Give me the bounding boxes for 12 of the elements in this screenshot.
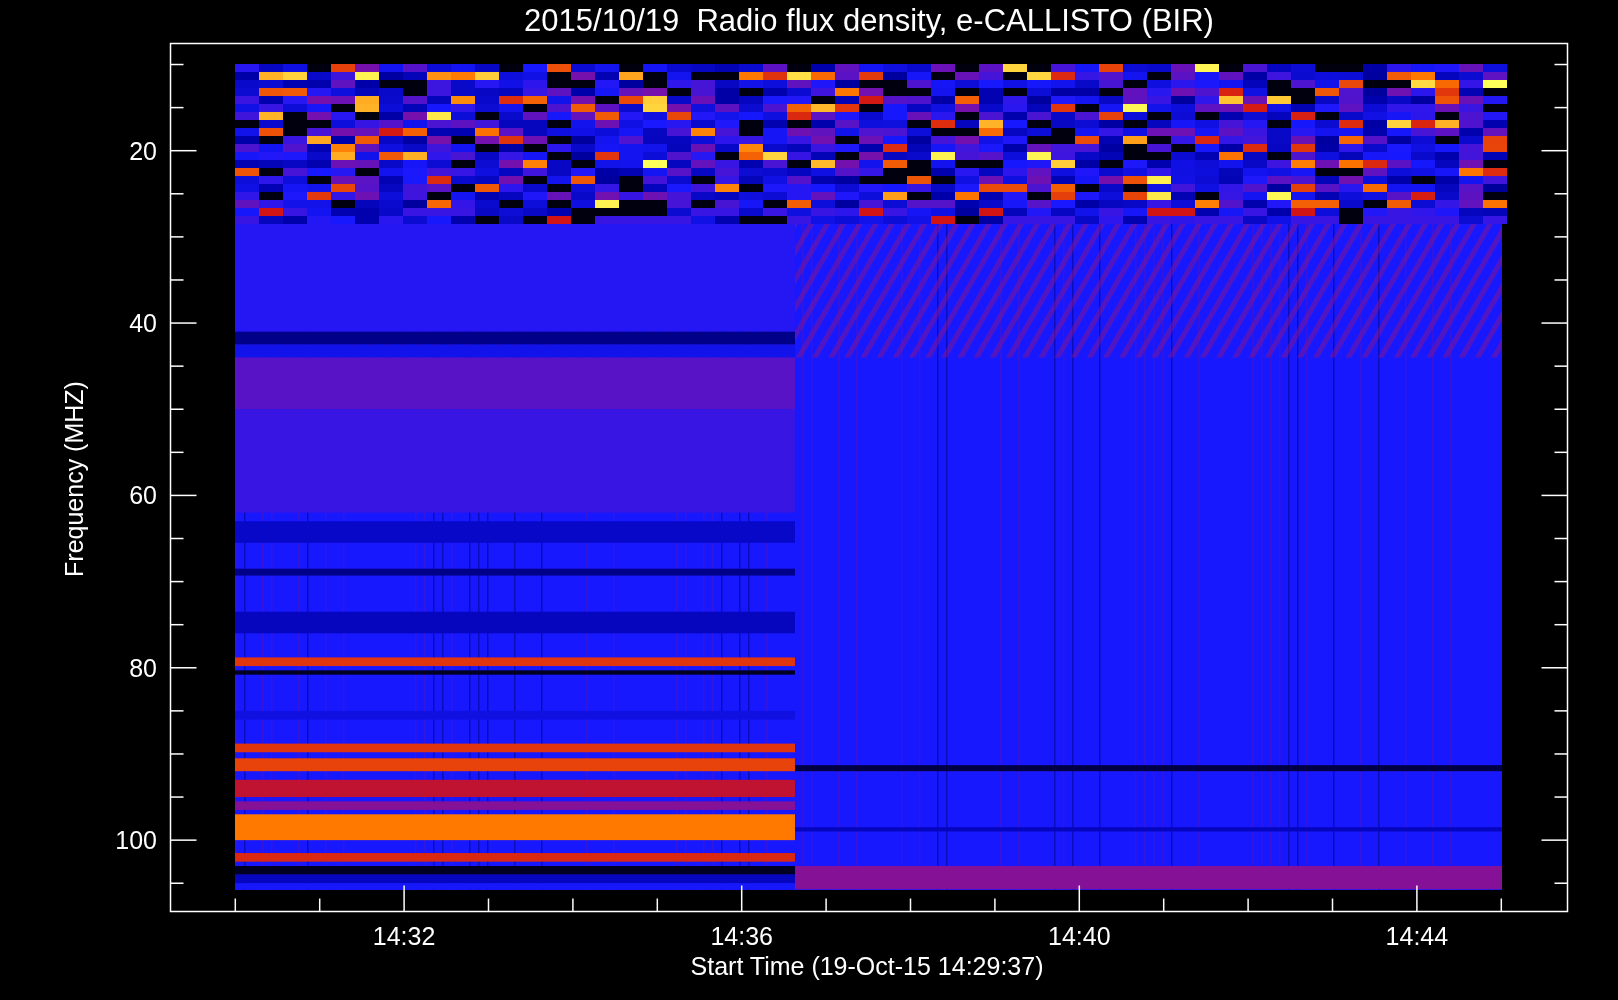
tick-label: 100	[115, 826, 157, 855]
tick-label: 60	[129, 481, 157, 510]
tick-label: 20	[129, 136, 157, 165]
tick-label: 14:32	[372, 922, 436, 950]
tick-label: 80	[129, 653, 157, 682]
axis-label: Frequency (MHZ)	[60, 381, 88, 577]
axis-label: Start Time (19-Oct-15 14:29:37)	[690, 952, 1044, 980]
tick-label: 40	[129, 309, 157, 338]
tick-label: 14:40	[1048, 922, 1111, 950]
chart-title: 2015/10/19 Radio flux density, e-CALLISTO (BIR)	[524, 3, 1214, 38]
tick-label: 14:36	[710, 922, 773, 950]
tick-label: 14:44	[1385, 922, 1449, 950]
